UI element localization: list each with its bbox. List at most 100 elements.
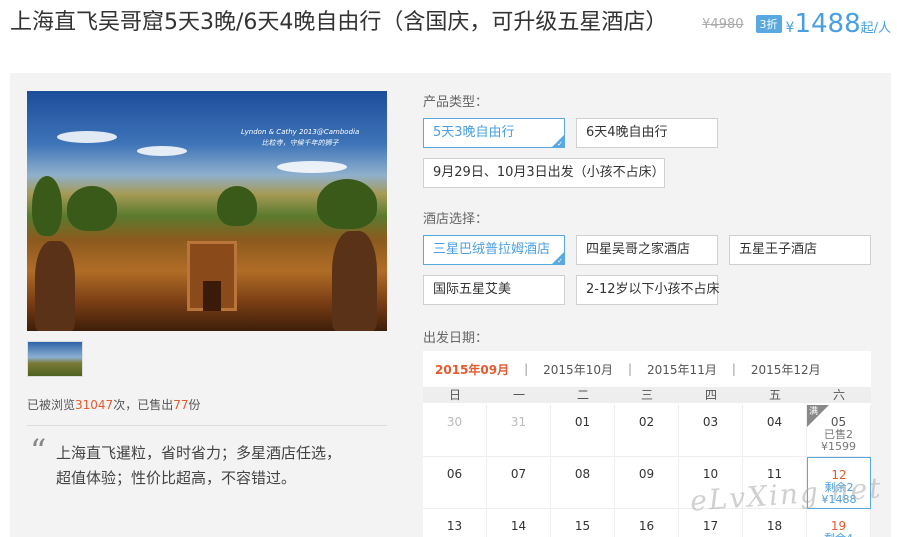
calendar-day[interactable]: 19剩余4 bbox=[807, 509, 871, 537]
product-type-option-5d3n[interactable]: 5天3晚自由行 bbox=[423, 118, 565, 149]
calendar-day[interactable]: 08 bbox=[551, 457, 615, 509]
day-number: 31 bbox=[510, 415, 527, 429]
tree-shape bbox=[317, 179, 377, 229]
month-tabs: 2015年09月 | 2015年10月 | 2015年11月 | 2015年12… bbox=[423, 351, 871, 387]
calendar-day[interactable]: 01 bbox=[551, 405, 615, 457]
calendar-day[interactable]: 16 bbox=[615, 509, 679, 537]
tab-month-2015-11[interactable]: 2015年11月 bbox=[647, 361, 717, 378]
day-number: 16 bbox=[638, 519, 655, 533]
hotel-option-3star[interactable]: 三星巴绒普拉姆酒店 bbox=[423, 235, 565, 266]
calendar-day[interactable]: 02 bbox=[615, 405, 679, 457]
original-price: ¥4980 bbox=[702, 16, 744, 32]
full-tag: 满 bbox=[807, 405, 829, 427]
month-separator: | bbox=[627, 362, 633, 376]
departure-label: 出发日期： bbox=[423, 331, 489, 346]
calendar-day: 30 bbox=[423, 405, 487, 457]
day-number: 18 bbox=[766, 519, 783, 533]
day-number: 13 bbox=[446, 519, 463, 533]
cloud-shape bbox=[57, 131, 117, 143]
day-number: 09 bbox=[638, 467, 655, 481]
product-type-option-national-day[interactable]: 9月29日、10月3日出发（小孩不占床） bbox=[423, 158, 665, 188]
day-number: 07 bbox=[510, 467, 527, 481]
discount-badge: 3折 bbox=[755, 15, 782, 33]
divider bbox=[27, 425, 387, 426]
day-price: ¥1488 bbox=[821, 493, 857, 506]
weekday-label: 二 bbox=[576, 388, 589, 402]
description-line: 上海直飞暹粒，省时省力；多星酒店任选， bbox=[56, 444, 342, 462]
day-number: 11 bbox=[766, 467, 783, 481]
sold-count: 77 bbox=[173, 398, 189, 412]
day-number: 06 bbox=[446, 467, 463, 481]
product-description: 上海直飞暹粒，省时省力；多星酒店任选， 超值体验；性价比超高，不容错过。 bbox=[56, 441, 376, 491]
tree-shape bbox=[67, 186, 117, 231]
day-number: 03 bbox=[702, 415, 719, 429]
calendar-day[interactable]: 11 bbox=[743, 457, 807, 509]
hotel-option-4star[interactable]: 四星吴哥之家酒店 bbox=[576, 235, 718, 265]
tab-month-2015-09[interactable]: 2015年09月 bbox=[435, 361, 509, 378]
month-separator: | bbox=[731, 362, 736, 376]
month-separator: | bbox=[524, 362, 529, 376]
current-price: ¥ 1488 起/人 bbox=[786, 9, 891, 39]
day-number: 01 bbox=[574, 415, 591, 429]
day-price: ¥1599 bbox=[821, 440, 856, 453]
cloud-shape bbox=[277, 161, 347, 173]
calendar-day[interactable]: 10 bbox=[679, 457, 743, 509]
day-number: 15 bbox=[574, 519, 591, 533]
stats-text: 次，已售出 bbox=[113, 398, 174, 412]
day-number: 19 bbox=[830, 519, 847, 533]
hotel-label: 酒店选择： bbox=[423, 212, 489, 227]
price-unit: 起/人 bbox=[860, 21, 891, 36]
weekday-label: 四 bbox=[704, 388, 717, 402]
caption-line: 比粒寺，守候千年的狮子 bbox=[261, 139, 339, 147]
weekday-label: 日 bbox=[448, 388, 461, 402]
weekday-header: 日 一 二 三 四 五 六 bbox=[423, 387, 871, 403]
tree-shape bbox=[32, 176, 62, 236]
tab-month-2015-12[interactable]: 2015年12月 bbox=[751, 361, 821, 378]
day-number: 12 bbox=[831, 468, 847, 482]
calendar-day[interactable]: 13 bbox=[423, 509, 487, 537]
calendar-day[interactable]: 06 bbox=[423, 457, 487, 509]
product-type-option-6d4n[interactable]: 6天4晚自由行 bbox=[576, 118, 718, 148]
temple-door-shape bbox=[203, 281, 221, 311]
calendar-day[interactable]: 14 bbox=[487, 509, 551, 537]
price-value: 1488 bbox=[794, 9, 861, 39]
weekday-label: 五 bbox=[768, 388, 781, 402]
tree-shape bbox=[217, 186, 257, 226]
full-tag-text: 满 bbox=[809, 407, 819, 417]
weekday-label: 三 bbox=[640, 388, 653, 402]
day-number: 14 bbox=[510, 519, 527, 533]
hotel-option-5star[interactable]: 五星王子酒店 bbox=[729, 235, 871, 265]
calendar-day[interactable]: 07 bbox=[487, 457, 551, 509]
hotel-option-child-no-bed[interactable]: 2-12岁以下小孩不占床 bbox=[576, 275, 720, 305]
page-title: 上海直飞吴哥窟5天3晚/6天4晚自由行（含国庆，可升级五星酒店） bbox=[10, 10, 668, 35]
departure-calendar: 2015年09月 | 2015年10月 | 2015年11月 | 2015年12… bbox=[423, 351, 871, 537]
day-number: 17 bbox=[702, 519, 719, 533]
calendar-day: 31 bbox=[487, 405, 551, 457]
gallery-thumbnail[interactable] bbox=[27, 341, 83, 377]
calendar-day[interactable]: 09 bbox=[615, 457, 679, 509]
calendar-day[interactable]: 17 bbox=[679, 509, 743, 537]
cloud-shape bbox=[137, 146, 187, 156]
hotel-option-meridien[interactable]: 国际五星艾美 bbox=[423, 275, 565, 305]
day-number: 30 bbox=[446, 415, 463, 429]
main-photo[interactable]: Lyndon & Cathy 2013@Cambodia 比粒寺，守候千年的狮子 bbox=[27, 91, 387, 331]
quote-icon: “ bbox=[30, 432, 47, 470]
price-box: ¥4980 3折 ¥ 1488 起/人 bbox=[702, 8, 891, 40]
calendar-day[interactable]: 18 bbox=[743, 509, 807, 537]
view-count: 31047 bbox=[75, 398, 114, 412]
calendar-day[interactable]: 04 bbox=[743, 405, 807, 457]
caption-line: Lyndon & Cathy 2013@Cambodia bbox=[241, 128, 360, 136]
stats-text: 份 bbox=[188, 398, 201, 412]
day-number: 08 bbox=[574, 467, 591, 481]
product-panel: Lyndon & Cathy 2013@Cambodia 比粒寺，守候千年的狮子… bbox=[10, 73, 891, 537]
calendar-day[interactable]: 15 bbox=[551, 509, 615, 537]
weekday-label: 一 bbox=[512, 388, 525, 402]
calendar-day[interactable]: 12 剩余2 ¥1488 bbox=[807, 457, 871, 509]
day-number: 04 bbox=[766, 415, 783, 429]
tab-month-2015-10[interactable]: 2015年10月 bbox=[543, 361, 613, 378]
description-line: 超值体验；性价比超高，不容错过。 bbox=[56, 469, 297, 487]
weekday-label: 六 bbox=[832, 388, 845, 402]
day-number: 10 bbox=[702, 467, 719, 481]
calendar-day[interactable]: 03 bbox=[679, 405, 743, 457]
calendar-day[interactable]: 满 05 已售2 ¥1599 bbox=[807, 405, 871, 457]
